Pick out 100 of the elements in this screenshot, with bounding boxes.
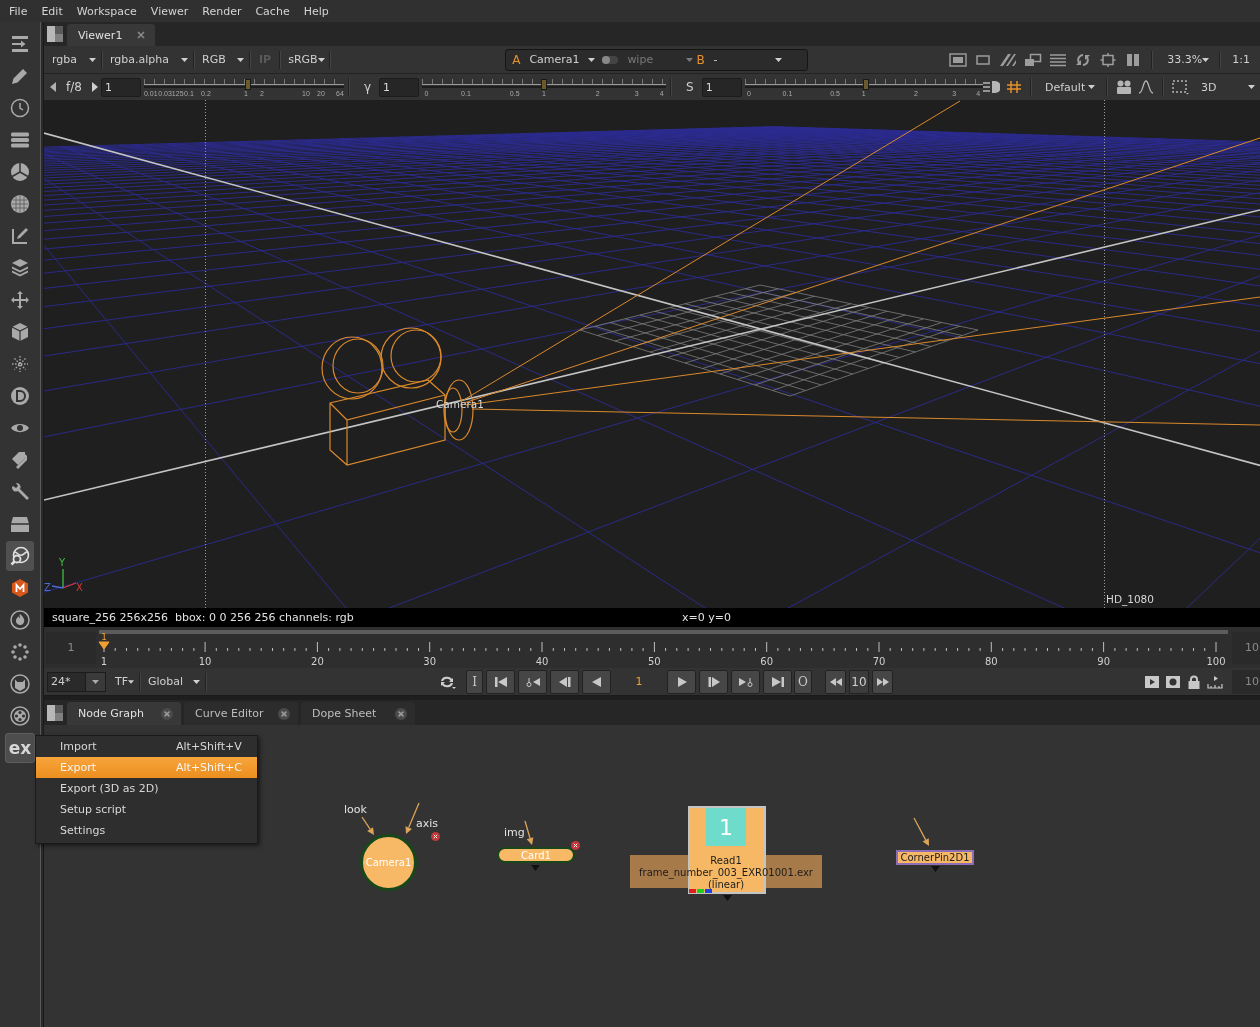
cornerpin-node[interactable]: CornerPin2D1 — [896, 850, 974, 865]
axis-gizmo — [51, 568, 77, 589]
menu-item[interactable]: Edit — [41, 4, 63, 18]
colorspace-label: (linear) — [707, 879, 745, 891]
caret-icon — [588, 57, 596, 62]
slider-thumb[interactable] — [863, 79, 869, 90]
frame-label: 40 — [535, 656, 549, 667]
menu-option[interactable]: Import Alt+Shift+V — [36, 736, 257, 757]
start-frame-field[interactable]: 1 — [46, 631, 96, 664]
chip-icon[interactable] — [1099, 52, 1118, 67]
format-label: HD_1080 — [1106, 593, 1154, 605]
frame-rect-icon[interactable] — [949, 52, 968, 67]
output-arrow-icon — [931, 866, 940, 872]
transport-button[interactable] — [486, 669, 515, 694]
menu-option[interactable]: Export (3D as 2D) — [36, 778, 257, 799]
lines-icon[interactable] — [1049, 52, 1068, 67]
close-icon[interactable] — [137, 31, 145, 39]
panel-menu-icon[interactable] — [47, 704, 63, 721]
menu-item[interactable]: Render — [202, 4, 242, 18]
film-reel-icon — [10, 706, 30, 726]
lamp-icon[interactable] — [983, 80, 1000, 94]
rect-outline-icon[interactable] — [974, 52, 993, 67]
panel-menu-icon[interactable] — [47, 26, 63, 42]
close-icon[interactable] — [395, 707, 407, 720]
increment-field[interactable]: 10 — [849, 669, 869, 694]
end-frame-field[interactable]: 10 — [1232, 631, 1260, 664]
transport-button[interactable] — [763, 669, 792, 694]
transport-button[interactable] — [518, 669, 547, 694]
transport-button[interactable] — [667, 669, 696, 694]
input-b-letter: B — [696, 52, 705, 67]
left-arrow-icon[interactable] — [50, 82, 56, 92]
transport-button[interactable] — [582, 669, 611, 694]
menu-item[interactable]: Viewer — [150, 4, 189, 18]
range-dropdown[interactable]: Global — [143, 671, 203, 692]
menu-item[interactable]: Cache — [255, 4, 290, 18]
caret-icon — [686, 57, 694, 62]
zoom-dropdown[interactable]: 33.3% — [1162, 49, 1211, 70]
camera-icon[interactable] — [1116, 80, 1132, 94]
slider-thumb[interactable] — [244, 79, 251, 90]
viewer-tab[interactable]: Viewer1 — [67, 24, 155, 46]
playhead-marker[interactable] — [98, 641, 110, 650]
end-frame-field[interactable]: 10 — [1232, 669, 1260, 694]
globe-magnifier-icon — [10, 546, 30, 566]
step-back-button[interactable] — [825, 669, 846, 694]
step-forward-button[interactable] — [872, 669, 893, 694]
transport-button[interactable] — [550, 669, 579, 694]
play-box-icon[interactable] — [1144, 674, 1160, 689]
saturation-field[interactable]: 1 — [701, 77, 742, 97]
transport-button[interactable] — [731, 669, 760, 694]
close-icon[interactable] — [161, 707, 173, 720]
preset-dropdown[interactable]: Default — [1040, 77, 1098, 97]
lut-dropdown[interactable]: sRGB — [283, 49, 328, 70]
out-point-button[interactable]: O — [794, 669, 812, 694]
input-a-letter: A — [512, 52, 521, 67]
alpha-channel-dropdown[interactable]: rgba.alpha — [105, 49, 191, 70]
proxy-button[interactable]: 1:1 — [1230, 53, 1252, 66]
dashed-rect-icon[interactable] — [1172, 79, 1190, 95]
slider-thumb[interactable] — [541, 79, 547, 90]
overlap-rects-icon[interactable] — [1024, 52, 1043, 67]
current-frame-field[interactable]: 1 — [619, 675, 659, 688]
fps-dropdown[interactable]: 24* — [47, 671, 106, 692]
x-badge-icon — [571, 841, 580, 850]
menu-option[interactable]: Settings — [36, 820, 257, 841]
hash-icon[interactable] — [1006, 80, 1022, 94]
panel-tab[interactable]: Node Graph — [67, 702, 181, 725]
close-icon[interactable] — [278, 707, 290, 720]
caret-icon — [128, 679, 135, 684]
in-point-button[interactable]: I — [466, 669, 483, 694]
frame-label: 1 — [100, 656, 108, 667]
menu-item[interactable]: File — [9, 4, 28, 18]
gain-field[interactable]: 1 — [100, 77, 141, 97]
lock-icon[interactable] — [1186, 674, 1202, 689]
input-a-dropdown[interactable]: Camera1 — [524, 49, 599, 70]
panel-tab[interactable]: Dope Sheet — [301, 702, 415, 725]
wrench-icon — [10, 482, 30, 502]
time-mode-dropdown[interactable]: TF — [110, 671, 137, 692]
menu-option[interactable]: Setup script — [36, 799, 257, 820]
display-channels-dropdown[interactable]: RGB — [197, 49, 247, 70]
circle-d-icon — [10, 386, 30, 406]
ruler-marker-icon[interactable] — [1207, 674, 1223, 689]
input-b-dropdown[interactable]: - — [708, 49, 785, 70]
gamma-field[interactable]: 1 — [379, 77, 419, 97]
menu-item[interactable]: Workspace — [76, 4, 137, 18]
caret-icon — [317, 57, 325, 62]
menu-item[interactable]: Help — [303, 4, 329, 18]
ex-button[interactable]: ex — [5, 733, 35, 763]
transport-button[interactable] — [699, 669, 728, 694]
record-icon[interactable] — [1165, 674, 1181, 689]
panel-tab[interactable]: Curve Editor — [184, 702, 298, 725]
wipe-toggle[interactable] — [602, 55, 619, 64]
input-arrow — [913, 817, 929, 846]
stripes-icon[interactable] — [999, 52, 1018, 67]
view-mode-dropdown[interactable]: 3D — [1196, 77, 1258, 97]
sync-arrows-icon[interactable] — [1074, 52, 1093, 67]
tool-button[interactable] — [6, 541, 34, 571]
shortcut-label: Alt+Shift+C — [176, 761, 242, 774]
right-arrow-icon[interactable] — [91, 82, 98, 92]
bell-curve-icon[interactable] — [1138, 80, 1154, 94]
loop-arrows-icon[interactable] — [439, 674, 457, 689]
channels-dropdown[interactable]: rgba — [47, 49, 99, 70]
